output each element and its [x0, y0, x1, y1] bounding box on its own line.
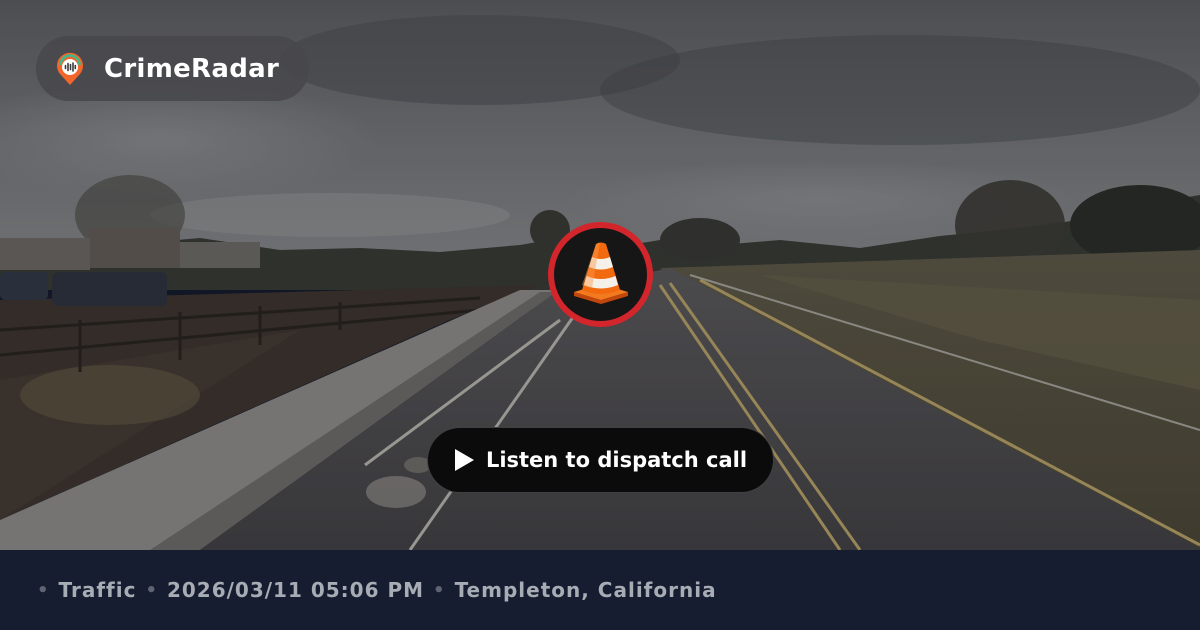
incident-category-badge: [548, 222, 653, 327]
crimeradar-pin-logo-icon: [52, 51, 88, 87]
play-icon: [454, 448, 476, 472]
brand-name: CrimeRadar: [104, 53, 280, 84]
incident-badge-inner: [554, 228, 647, 321]
listen-dispatch-call-button[interactable]: Listen to dispatch call: [427, 427, 774, 493]
traffic-cone-icon: [570, 240, 632, 310]
brand-pill[interactable]: CrimeRadar: [36, 36, 309, 101]
incident-category: Traffic: [58, 578, 137, 602]
incident-location: Templeton, California: [454, 578, 717, 602]
play-button-label: Listen to dispatch call: [485, 448, 748, 472]
incident-share-card: CrimeRadar Listen to dispatch call • Tra…: [0, 0, 1200, 630]
separator-dot: •: [37, 579, 50, 601]
separator-dot: •: [433, 579, 446, 601]
incident-datetime: 2026/03/11 05:06 PM: [166, 578, 425, 602]
incident-details-bar: • Traffic • 2026/03/11 05:06 PM • Temple…: [0, 550, 1200, 630]
separator-dot: •: [145, 579, 158, 601]
